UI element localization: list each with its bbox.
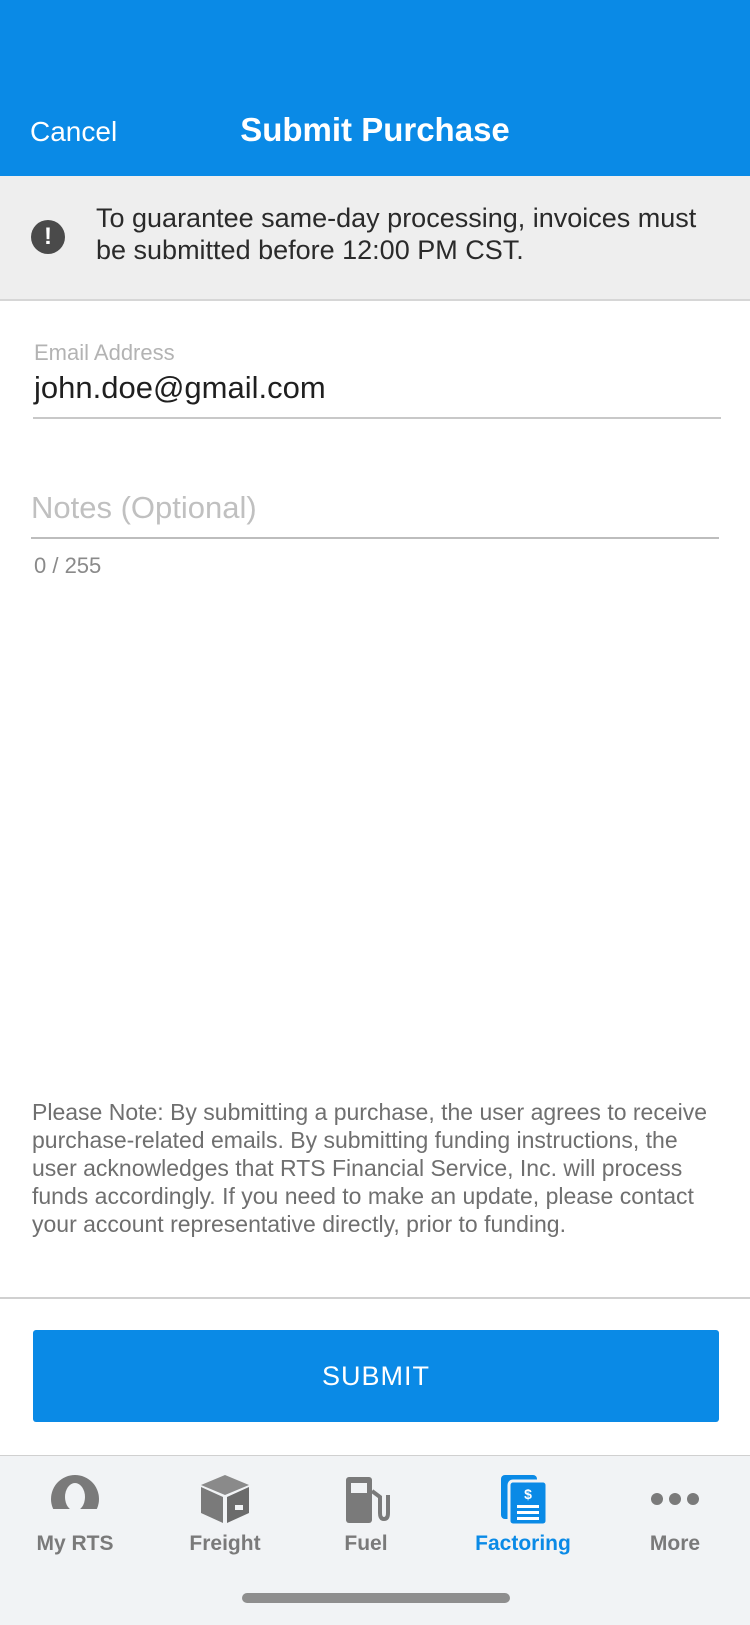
- email-label: Email Address: [34, 340, 175, 365]
- tab-my-rts[interactable]: My RTS: [0, 1456, 150, 1576]
- fuel-pump-icon: [346, 1477, 390, 1523]
- info-banner: ! To guarantee same-day processing, invo…: [0, 176, 750, 301]
- submit-button-label: SUBMIT: [321, 1360, 430, 1391]
- submit-button[interactable]: SUBMIT: [33, 1330, 719, 1422]
- tab-factoring[interactable]: $ Factoring: [448, 1456, 598, 1576]
- tab-label: My RTS: [36, 1532, 114, 1555]
- nav-header: Cancel Submit Purchase: [0, 0, 750, 176]
- tab-fuel[interactable]: Fuel: [291, 1456, 441, 1576]
- home-indicator: [242, 1593, 510, 1603]
- tab-label: Fuel: [344, 1532, 388, 1555]
- tab-label: More: [649, 1532, 701, 1555]
- invoice-dollar-icon: $: [501, 1475, 549, 1527]
- disclaimer-note: Please Note: By submitting a purchase, t…: [32, 1099, 708, 1237]
- email-underline: [33, 417, 721, 419]
- ellipsis-icon: [651, 1493, 699, 1505]
- page-title: Submit Purchase: [240, 111, 510, 148]
- exclamation-circle-icon: !: [31, 220, 65, 254]
- user-icon: [51, 1475, 99, 1529]
- notes-character-counter: 0 / 255: [34, 553, 102, 578]
- banner-text: To guarantee same-day processing, invoic…: [96, 203, 697, 265]
- notes-field[interactable]: Notes (Optional): [31, 490, 257, 526]
- box-icon: [201, 1475, 249, 1523]
- tab-label: Freight: [189, 1532, 261, 1555]
- email-field[interactable]: john.doe@gmail.com: [34, 370, 326, 406]
- tab-more[interactable]: More: [600, 1456, 750, 1576]
- divider: [0, 1297, 750, 1299]
- tab-label: Factoring: [475, 1532, 571, 1555]
- svg-text:$: $: [524, 1486, 532, 1502]
- notes-underline: [31, 537, 719, 539]
- tab-freight[interactable]: Freight: [150, 1456, 300, 1576]
